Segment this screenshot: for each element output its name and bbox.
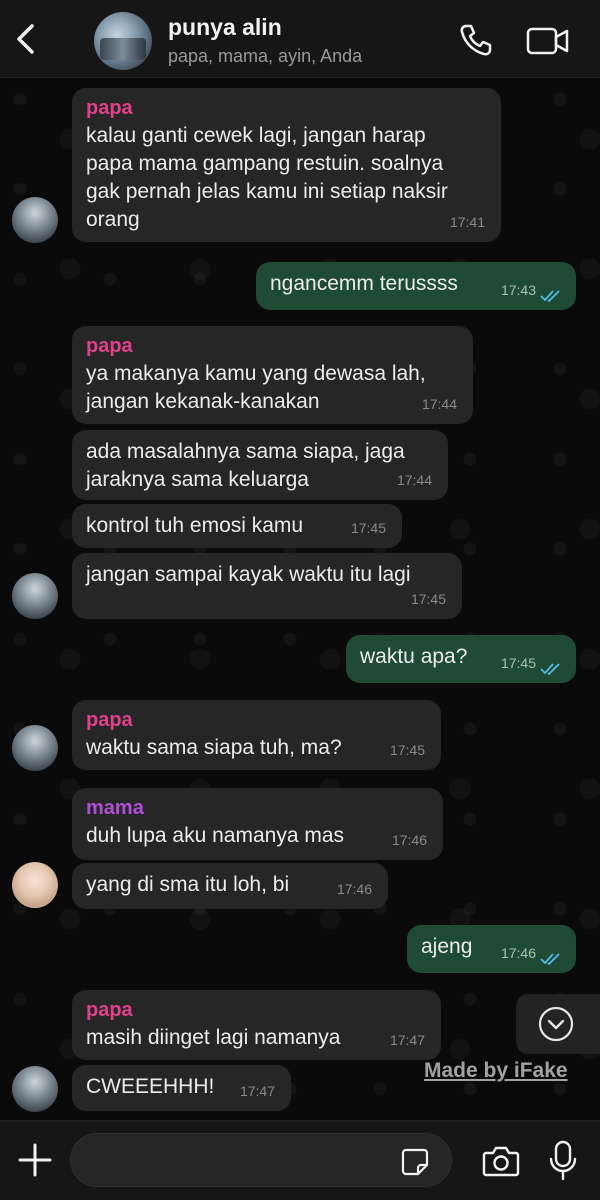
message-bubble-incoming[interactable]: jangan sampai kayak waktu itu lagi 17:45 xyxy=(72,553,462,619)
message-bubble-incoming[interactable]: papa ya makanya kamu yang dewasa lah, ja… xyxy=(72,326,473,424)
message-time: 17:46 xyxy=(500,945,536,961)
message-time: 17:45 xyxy=(350,520,386,536)
group-members[interactable]: papa, mama, ayin, Anda xyxy=(168,46,362,67)
message-time: 17:45 xyxy=(500,655,536,671)
message-time: 17:47 xyxy=(389,1032,425,1048)
message-bubble-incoming[interactable]: papa kalau ganti cewek lagi, jangan hara… xyxy=(72,88,501,242)
read-receipt-icon xyxy=(540,290,560,303)
papa-avatar[interactable] xyxy=(12,573,58,619)
message-bubble-incoming[interactable]: papa waktu sama siapa tuh, ma? 17:45 xyxy=(72,700,441,770)
microphone-icon[interactable] xyxy=(546,1139,580,1183)
back-chevron-icon[interactable] xyxy=(10,22,44,56)
message-text: masih diinget lagi namanya xyxy=(86,1026,341,1049)
message-bubble-incoming[interactable]: papa masih diinget lagi namanya 17:47 xyxy=(72,990,441,1060)
message-bubble-outgoing[interactable]: ngancemm terussss 17:43 xyxy=(256,262,576,310)
group-title[interactable]: punya alin xyxy=(168,14,282,41)
composer-bar xyxy=(0,1120,600,1200)
message-time: 17:44 xyxy=(421,396,457,412)
scroll-to-bottom-button[interactable] xyxy=(516,994,600,1054)
message-time: 17:45 xyxy=(389,742,425,758)
sticker-icon[interactable] xyxy=(400,1147,430,1177)
message-bubble-incoming[interactable]: mama duh lupa aku namanya mas 17:46 xyxy=(72,788,443,860)
sender-name: papa xyxy=(86,335,133,357)
message-bubble-incoming[interactable]: kontrol tuh emosi kamu 17:45 xyxy=(72,504,402,548)
message-text: duh lupa aku namanya mas xyxy=(86,824,344,847)
message-bubble-incoming[interactable]: CWEEEHHH! 17:47 xyxy=(72,1065,291,1111)
sender-name: mama xyxy=(86,797,144,819)
camera-icon[interactable] xyxy=(482,1143,520,1179)
read-receipt-icon xyxy=(540,663,560,676)
message-bubble-incoming[interactable]: ada masalahnya sama siapa, jaga jaraknya… xyxy=(72,430,448,500)
read-receipt-icon xyxy=(540,953,560,966)
message-text: ya makanya kamu yang dewasa lah, jangan … xyxy=(86,362,426,413)
sender-name: papa xyxy=(86,999,133,1021)
message-text: kalau ganti cewek lagi, jangan harap pap… xyxy=(86,124,448,231)
watermark-text: Made by iFake xyxy=(424,1059,568,1082)
chat-header: punya alin papa, mama, ayin, Anda xyxy=(0,0,600,78)
chat-area[interactable]: papa kalau ganti cewek lagi, jangan hara… xyxy=(0,79,600,1119)
message-text: ada masalahnya sama siapa, jaga jaraknya… xyxy=(86,440,405,491)
message-text: jangan sampai kayak waktu itu lagi xyxy=(86,563,411,586)
message-text: kontrol tuh emosi kamu xyxy=(86,514,304,537)
papa-avatar[interactable] xyxy=(12,725,58,771)
papa-avatar[interactable] xyxy=(12,1066,58,1112)
mama-avatar[interactable] xyxy=(12,862,58,908)
message-bubble-incoming[interactable]: yang di sma itu loh, bi 17:46 xyxy=(72,863,388,909)
group-avatar[interactable] xyxy=(94,12,152,70)
sender-name: papa xyxy=(86,709,133,731)
message-time: 17:41 xyxy=(449,214,485,230)
message-time: 17:43 xyxy=(500,282,536,298)
chevron-down-icon xyxy=(538,1006,574,1042)
sender-name: papa xyxy=(86,97,133,119)
message-time: 17:45 xyxy=(410,591,446,607)
message-time: 17:46 xyxy=(336,881,372,897)
message-time: 17:44 xyxy=(396,472,432,488)
plus-icon[interactable] xyxy=(16,1141,54,1179)
phone-icon[interactable] xyxy=(458,22,494,58)
message-input[interactable] xyxy=(70,1133,452,1187)
papa-avatar[interactable] xyxy=(12,197,58,243)
message-time: 17:47 xyxy=(239,1083,275,1099)
message-bubble-outgoing[interactable]: waktu apa? 17:45 xyxy=(346,635,576,683)
video-camera-icon[interactable] xyxy=(526,26,570,56)
message-text: waktu sama siapa tuh, ma? xyxy=(86,736,342,759)
message-time: 17:46 xyxy=(391,832,427,848)
message-bubble-outgoing[interactable]: ajeng 17:46 xyxy=(407,925,576,973)
message-text: yang di sma itu loh, bi xyxy=(86,873,290,896)
